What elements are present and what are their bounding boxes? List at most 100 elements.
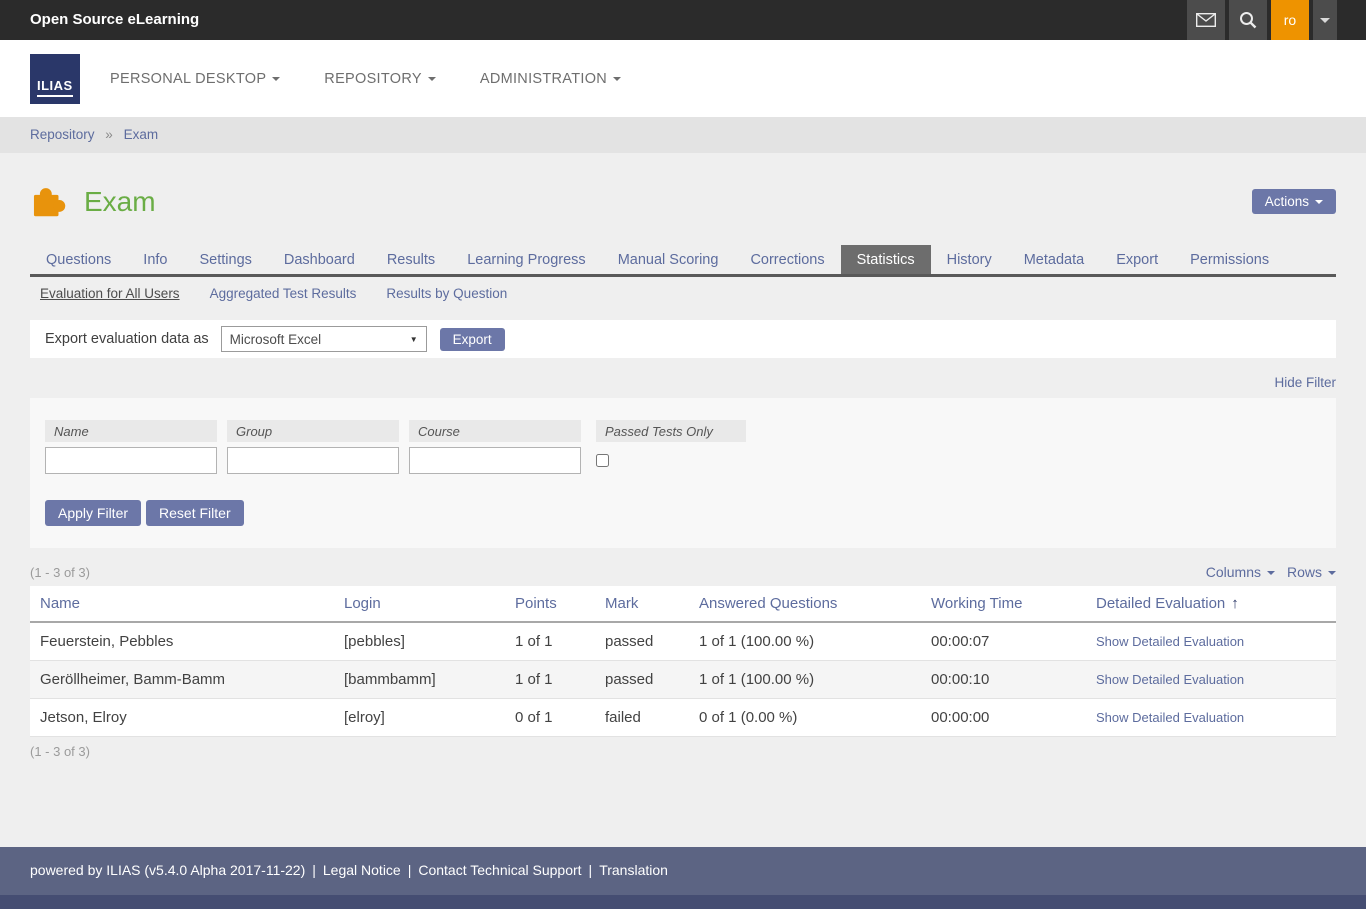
column-header[interactable]: Name [30,586,334,622]
footer-link[interactable]: Legal Notice [323,862,401,878]
filter-field-label: Passed Tests Only [596,420,746,442]
search-button[interactable] [1229,0,1267,40]
evaluation-table: Name Login Points Mark Answered Question… [30,586,1336,737]
table-body: Feuerstein, Pebbles [pebbles] 1 of 1 pas… [30,622,1336,737]
tab[interactable]: Learning Progress [451,245,602,274]
tab[interactable]: History [931,245,1008,274]
tab[interactable]: Dashboard [268,245,371,274]
cell-points: 0 of 1 [505,699,595,737]
tab[interactable]: Manual Scoring [602,245,735,274]
passed-tests-only-checkbox[interactable] [596,454,609,467]
user-menu-button[interactable] [1313,0,1337,40]
filter-field: Passed Tests Only [596,420,746,474]
reset-filter-button[interactable]: Reset Filter [146,500,244,526]
result-range-top: (1 - 3 of 3) [30,565,90,580]
subtab[interactable]: Evaluation for All Users [40,286,180,301]
tab[interactable]: Settings [183,245,267,274]
main-nav: PERSONAL DESKTOP REPOSITORY ADMINISTRATI… [110,40,621,117]
column-header[interactable]: Login [334,586,505,622]
show-detailed-evaluation-link[interactable]: Show Detailed Evaluation [1096,672,1244,687]
column-header[interactable]: Points [505,586,595,622]
page-title: Exam [84,186,156,218]
column-header-label: Mark [605,595,638,612]
cell-name: Feuerstein, Pebbles [30,622,334,661]
rows-selector[interactable]: Rows [1287,564,1336,580]
tab[interactable]: Corrections [734,245,840,274]
select-arrow-icon: ▼ [410,335,418,344]
export-format-value: Microsoft Excel [230,332,322,347]
show-detailed-evaluation-link[interactable]: Show Detailed Evaluation [1096,710,1244,725]
filter-field: Name [45,420,217,474]
cell-answered-questions: 1 of 1 (100.00 %) [689,661,921,699]
column-header-label: Answered Questions [699,595,837,612]
apply-filter-button[interactable]: Apply Filter [45,500,141,526]
nav-menu-item[interactable]: ADMINISTRATION [480,71,621,87]
footer: powered by ILIAS (v5.4.0 Alpha 2017-11-2… [0,847,1366,909]
table-controls: Columns Rows [1206,564,1336,580]
filter-text-input[interactable] [45,447,217,474]
chevron-down-icon [428,77,436,81]
filter-field-label: Group [227,420,399,442]
cell-mark: passed [595,622,689,661]
table-row: Feuerstein, Pebbles [pebbles] 1 of 1 pas… [30,622,1336,661]
column-header[interactable]: Working Time [921,586,1086,622]
export-bar: Export evaluation data as Microsoft Exce… [30,320,1336,358]
chevron-down-icon [1328,571,1336,575]
column-header[interactable]: Mark [595,586,689,622]
filter-panel: Name Group Course Passed Test [30,398,1336,548]
mail-icon [1196,13,1216,27]
cell-mark: passed [595,661,689,699]
subtab[interactable]: Aggregated Test Results [210,286,357,301]
header: ILIAS PERSONAL DESKTOP REPOSITORY ADMINI… [0,40,1366,117]
tab[interactable]: Info [127,245,183,274]
client-title: Open Source eLearning [0,0,1366,40]
tab[interactable]: Export [1100,245,1174,274]
tab[interactable]: Results [371,245,451,274]
tab-bar: Questions Info Settings Dashboard Result… [30,245,1336,277]
nav-menu-item[interactable]: REPOSITORY [324,71,436,87]
chevron-down-icon [1320,18,1330,23]
subtab[interactable]: Results by Question [386,286,507,301]
show-detailed-evaluation-link[interactable]: Show Detailed Evaluation [1096,634,1244,649]
filter-buttons: Apply Filter Reset Filter [45,500,1321,526]
ilias-logo[interactable]: ILIAS [30,54,80,104]
footer-separator: | [305,862,323,878]
cell-answered-questions: 0 of 1 (0.00 %) [689,699,921,737]
tab[interactable]: Questions [30,245,127,274]
breadcrumb: Repository » Exam [0,117,1366,153]
cell-name: Jetson, Elroy [30,699,334,737]
nav-menu-item[interactable]: PERSONAL DESKTOP [110,71,280,87]
tab[interactable]: Statistics [841,245,931,274]
tab[interactable]: Permissions [1174,245,1285,274]
column-header-label: Detailed Evaluation [1096,595,1225,612]
tab[interactable]: Metadata [1008,245,1100,274]
filter-text-input[interactable] [409,447,581,474]
footer-link[interactable]: Translation [599,862,668,878]
cell-login: [bammbamm] [334,661,505,699]
filter-field-label: Name [45,420,217,442]
actions-button[interactable]: Actions [1252,189,1336,214]
rows-label: Rows [1287,564,1322,580]
mail-button[interactable] [1187,0,1225,40]
hide-filter-row: Hide Filter [30,374,1336,390]
sort-ascending-icon: ↑ [1231,595,1239,612]
export-format-select[interactable]: Microsoft Excel ▼ [221,326,427,352]
nav-menu-label: REPOSITORY [324,71,422,87]
column-header-label: Points [515,595,557,612]
columns-selector[interactable]: Columns [1206,564,1275,580]
user-avatar[interactable]: ro [1271,0,1309,40]
filter-text-input[interactable] [227,447,399,474]
breadcrumb-repository[interactable]: Repository [30,127,95,142]
column-header[interactable]: Detailed Evaluation ↑ [1086,586,1336,622]
chevron-down-icon [613,77,621,81]
hide-filter-link[interactable]: Hide Filter [1274,375,1336,390]
chevron-down-icon [1267,571,1275,575]
breadcrumb-exam[interactable]: Exam [124,127,159,142]
footer-link[interactable]: Contact Technical Support [418,862,581,878]
powered-by-text: powered by ILIAS (v5.4.0 Alpha 2017-11-2… [30,862,305,878]
chevron-down-icon [272,77,280,81]
column-header[interactable]: Answered Questions [689,586,921,622]
column-header-label: Working Time [931,595,1022,612]
cell-answered-questions: 1 of 1 (100.00 %) [689,622,921,661]
export-button[interactable]: Export [440,328,505,351]
